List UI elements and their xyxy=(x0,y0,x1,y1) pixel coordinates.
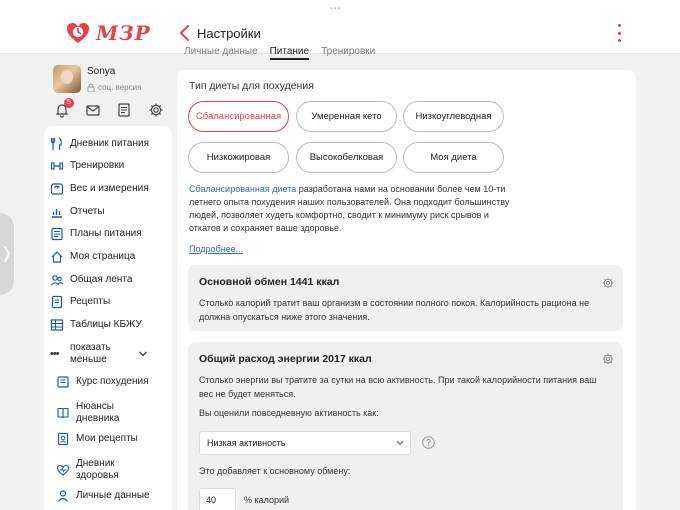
home-icon xyxy=(51,251,63,263)
profile-panel: Sonya соц. версия 5 xyxy=(44,54,172,124)
avatar[interactable] xyxy=(53,65,81,93)
percent-unit: % калорий xyxy=(244,495,290,505)
plan-icon xyxy=(51,227,63,241)
sidebar-item-meal-plans[interactable]: Планы питания xyxy=(50,225,168,243)
sidebar-item-label: Отчеты xyxy=(70,206,105,217)
ellipsis-icon: ••• xyxy=(50,348,60,360)
sidebar-item-my-recipes[interactable]: Мои рецепты xyxy=(56,430,166,448)
logo-text: МЗР xyxy=(96,21,151,45)
settings-content: Тип диеты для похудения Сбалансированная… xyxy=(177,70,636,510)
sidebar-item-personal-data[interactable]: Личные данные xyxy=(56,487,166,505)
book-icon xyxy=(57,407,69,419)
heart-icon xyxy=(56,464,70,476)
sidebar-item-label: Вес и измерения xyxy=(70,183,149,194)
gear-icon[interactable] xyxy=(148,102,164,118)
sidebar-item-workouts[interactable]: Тренировки xyxy=(50,157,168,175)
sidebar-item-health-diary[interactable]: Дневник здоровья xyxy=(56,457,166,483)
person-icon xyxy=(58,490,68,502)
tdee-card: Общий расход энергии 2017 ккал Столько э… xyxy=(188,342,623,510)
diet-description-highlight: Сбалансированная диета xyxy=(189,184,297,194)
profile-version-label: соц. версия xyxy=(98,83,142,92)
chevron-down-icon xyxy=(396,440,404,446)
lock-icon xyxy=(87,83,95,92)
help-icon[interactable] xyxy=(422,436,435,449)
sidebar-item-reports[interactable]: Отчеты xyxy=(50,203,168,221)
sidebar-item-label: Курс похудения xyxy=(76,376,149,387)
tab-personal-data[interactable]: Личные данные xyxy=(184,46,258,60)
diet-option-moderate-keto[interactable]: Умеренная кето xyxy=(296,101,397,132)
activity-select[interactable]: Низкая активность xyxy=(199,431,411,455)
heart-logo-icon xyxy=(67,23,89,43)
tdee-text: Столько энергии вы тратите за сутки на в… xyxy=(199,375,597,399)
sidebar-expand-handle[interactable] xyxy=(0,213,14,295)
sidebar-item-label: Дневник питания xyxy=(70,138,149,149)
notification-badge: 5 xyxy=(64,98,74,108)
tab-nutrition[interactable]: Питание xyxy=(269,46,310,60)
chevron-down-icon xyxy=(139,351,147,357)
sidebar-item-feed[interactable]: Общая лента xyxy=(50,271,168,289)
diet-section-title: Тип диеты для похудения xyxy=(189,80,314,92)
sidebar-item-weight-loss-course[interactable]: Курс похудения xyxy=(56,373,166,391)
scale-icon xyxy=(50,183,64,195)
sidebar-item-label: Личные данные xyxy=(76,490,150,501)
bmr-title: Основной обмен 1441 ккал xyxy=(199,276,340,288)
dumbbell-icon xyxy=(50,162,64,170)
activity-select-value: Низкая активность xyxy=(207,438,286,448)
page-title: Настройки xyxy=(197,26,261,41)
back-arrow-icon[interactable] xyxy=(178,24,192,42)
settings-tabs: Личные данные Питание Тренировки xyxy=(184,46,375,60)
more-link[interactable]: Подробнее... xyxy=(189,244,243,254)
diet-option-balanced[interactable]: Сбалансированная xyxy=(188,101,289,132)
drag-dots: ••• xyxy=(330,4,342,13)
sidebar-item-weight[interactable]: Вес и измерения xyxy=(50,180,168,198)
sidebar-item-label: Рецепты xyxy=(70,296,111,307)
sidebar-item-label: Таблицы КБЖУ xyxy=(70,319,142,330)
bmr-card: Основной обмен 1441 ккал Столько калорий… xyxy=(188,265,623,331)
logo[interactable]: МЗР xyxy=(66,21,151,45)
chart-icon xyxy=(52,209,62,218)
chevron-right-icon xyxy=(4,246,11,262)
diet-description: Сбалансированная диета разработана нами … xyxy=(189,183,519,235)
recipe-icon xyxy=(51,295,63,309)
sidebar-item-label: Общая лента xyxy=(70,274,133,285)
more-menu-icon[interactable] xyxy=(614,24,624,42)
notes-icon[interactable] xyxy=(116,102,132,118)
sidebar-item-label: Нюансы дневника xyxy=(76,401,120,424)
sidebar-nav: Дневник питания Тренировки Вес и измерен… xyxy=(44,126,172,510)
feed-icon xyxy=(51,275,64,286)
show-less-toggle[interactable]: ••• показать меньше xyxy=(50,341,168,367)
sidebar-item-diary-nuances[interactable]: Нюансы дневника xyxy=(56,400,166,426)
bmr-gear-icon[interactable] xyxy=(602,277,614,289)
mail-icon[interactable] xyxy=(85,102,101,118)
diet-option-low-carb[interactable]: Низкоуглеводная xyxy=(403,101,504,132)
tab-workouts[interactable]: Тренировки xyxy=(321,46,375,60)
tdee-gear-icon[interactable] xyxy=(602,353,614,365)
show-less-label: показать меньше xyxy=(70,342,111,365)
sidebar-item-label: Мои рецепты xyxy=(76,433,138,444)
diet-option-low-fat[interactable]: Низкожировая xyxy=(188,142,289,173)
profile-name[interactable]: Sonya xyxy=(87,66,115,77)
sidebar-item-label: Тренировки xyxy=(70,160,125,171)
bell-icon[interactable]: 5 xyxy=(54,98,74,118)
sidebar-item-food-diary[interactable]: Дневник питания xyxy=(50,135,168,153)
sidebar-item-kbju-tables[interactable]: Таблицы КБЖУ xyxy=(50,316,168,334)
profile-version: соц. версия xyxy=(87,83,141,92)
course-icon xyxy=(57,376,69,388)
diet-option-my-diet[interactable]: Моя диета xyxy=(403,142,504,173)
table-icon xyxy=(50,319,64,331)
sidebar-item-label: Дневник здоровья xyxy=(76,458,119,481)
my-recipes-icon xyxy=(57,432,69,446)
sidebar-item-label: Моя страница xyxy=(70,251,136,262)
bmr-text: Столько калорий тратит ваш организм в со… xyxy=(199,298,590,322)
percent-input[interactable]: 40 xyxy=(199,488,236,510)
tdee-title: Общий расход энергии 2017 ккал xyxy=(199,353,372,365)
sidebar-item-my-page[interactable]: Моя страница xyxy=(50,248,168,266)
sidebar-item-recipes[interactable]: Рецепты xyxy=(50,293,168,311)
utensils-icon xyxy=(50,137,62,150)
diet-option-high-protein[interactable]: Высокобелковая xyxy=(296,142,397,173)
sidebar-item-label: Планы питания xyxy=(70,228,142,239)
profile-icons: 5 xyxy=(54,98,164,118)
adds-label: Это добавляет к основному обмену: xyxy=(199,466,351,476)
activity-question: Вы оценили повседневную активность как: xyxy=(199,408,379,418)
